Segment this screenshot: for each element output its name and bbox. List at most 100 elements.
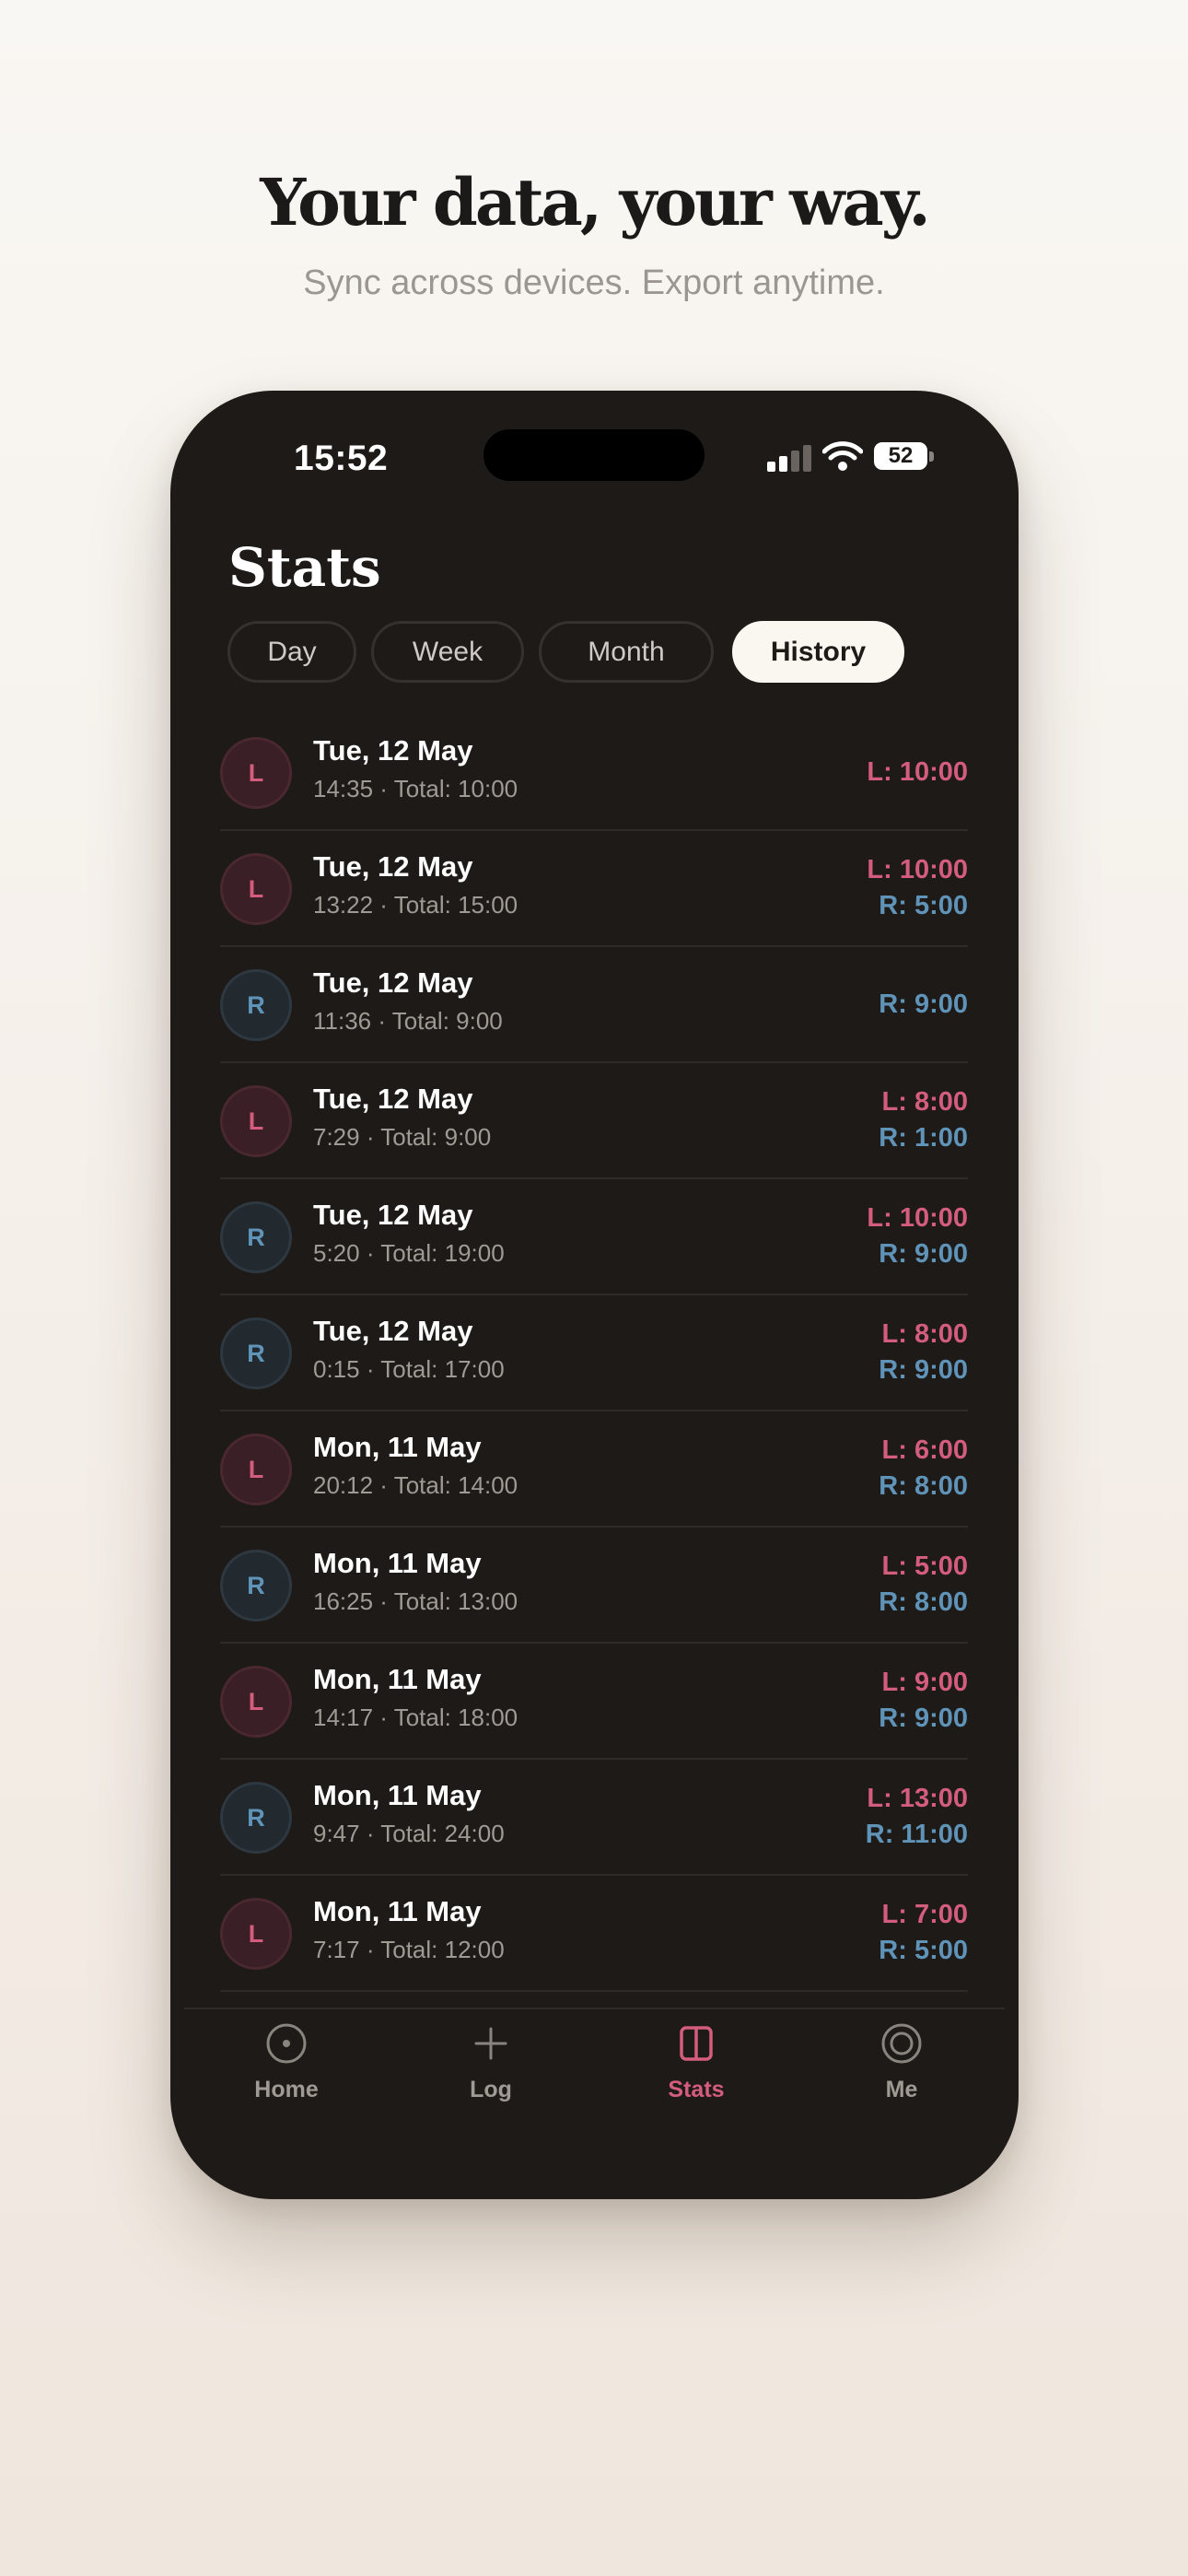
- cellular-signal-icon: [767, 444, 811, 472]
- dynamic-island: [483, 429, 705, 481]
- tab-month[interactable]: Month: [539, 621, 714, 683]
- battery-icon: 52: [874, 442, 927, 470]
- nav-log-label: Log: [470, 2077, 512, 2102]
- row-durations: L: 6:00 R: 8:00: [879, 1411, 968, 1526]
- row-date: Mon, 11 May: [313, 1431, 482, 1463]
- nav-log[interactable]: Log: [408, 2021, 574, 2103]
- row-time-total: 11:36 · Total: 9:00: [313, 1007, 503, 1035]
- history-list: L Tue, 12 May 14:35 · Total: 10:00 L: 10:00…: [220, 715, 968, 1992]
- plus-icon: [474, 2027, 507, 2060]
- row-date: Tue, 12 May: [313, 966, 473, 999]
- row-time-total: 13:22 · Total: 15:00: [313, 891, 518, 919]
- row-time-total: 9:47 · Total: 24:00: [313, 1820, 505, 1847]
- row-durations: R: 9:00: [879, 947, 968, 1061]
- row-time-total: 7:17 · Total: 12:00: [313, 1936, 505, 1963]
- right-duration: R: 5:00: [879, 1936, 968, 1965]
- row-date: Tue, 12 May: [313, 1315, 473, 1347]
- history-row[interactable]: L Tue, 12 May 7:29 · Total: 9:00 L: 8:00 R: …: [220, 1063, 968, 1179]
- right-duration: R: 1:00: [879, 1123, 968, 1153]
- phone-frame: 15:52 52 Stats Day Week Month History LT…: [170, 391, 1019, 2199]
- right-side-badge: R: [220, 1317, 292, 1389]
- nav-home-label: Home: [254, 2077, 319, 2102]
- right-duration: R: 5:00: [879, 891, 968, 920]
- row-durations: L: 13:00 R: 11:00: [866, 1760, 968, 1874]
- history-row[interactable]: L Mon, 11 May 7:17 · Total: 12:00 L: 7:00 R:…: [220, 1876, 968, 1992]
- wifi-icon: [822, 441, 863, 471]
- profile-icon: [881, 2023, 922, 2064]
- left-side-badge: L: [220, 1666, 292, 1738]
- left-duration: L: 6:00: [881, 1435, 968, 1465]
- tab-week[interactable]: Week: [371, 621, 524, 683]
- row-date: Tue, 12 May: [313, 1199, 473, 1231]
- stats-icon: [680, 2026, 713, 2061]
- right-duration: R: 8:00: [879, 1587, 968, 1617]
- row-date: Tue, 12 May: [313, 734, 473, 767]
- row-durations: L: 8:00 R: 1:00: [879, 1063, 968, 1177]
- nav-stats[interactable]: Stats: [613, 2021, 779, 2103]
- left-duration: L: 8:00: [881, 1087, 968, 1117]
- left-duration: L: 8:00: [881, 1319, 968, 1349]
- row-time-total: 5:20 · Total: 19:00: [313, 1239, 505, 1267]
- row-durations: L: 8:00 R: 9:00: [879, 1295, 968, 1410]
- promo-subline: Sync across devices. Export anytime.: [303, 263, 885, 302]
- page-title: Stats: [228, 536, 381, 599]
- right-duration: R: 9:00: [879, 1239, 968, 1269]
- right-duration: R: 8:00: [879, 1471, 968, 1501]
- right-side-badge: R: [220, 1550, 292, 1622]
- history-row[interactable]: L Tue, 12 May 13:22 · Total: 15:00 L: 10:00…: [220, 831, 968, 947]
- right-side-badge: R: [220, 1782, 292, 1854]
- history-row[interactable]: R Tue, 12 May 0:15 · Total: 17:00 L: 8:00 R:…: [220, 1295, 968, 1411]
- row-durations: L: 10:00: [867, 715, 968, 829]
- nav-me[interactable]: Me: [819, 2021, 984, 2103]
- history-row[interactable]: R Tue, 12 May 11:36 · Total: 9:00 R: 9:00: [220, 947, 968, 1063]
- row-time-total: 14:35 · Total: 10:00: [313, 775, 518, 802]
- history-row[interactable]: L Mon, 11 May 14:17 · Total: 18:00 L: 9:00 R…: [220, 1644, 968, 1760]
- tab-bar-divider: [184, 2008, 1005, 2009]
- row-date: Tue, 12 May: [313, 850, 473, 883]
- history-row[interactable]: R Mon, 11 May 9:47 · Total: 24:00 L: 13:00 R…: [220, 1760, 968, 1876]
- history-row[interactable]: L Tue, 12 May 14:35 · Total: 10:00 L: 10:00: [220, 715, 968, 831]
- history-row[interactable]: R Tue, 12 May 5:20 · Total: 19:00 L: 10:00 R…: [220, 1179, 968, 1295]
- row-durations: L: 10:00 R: 5:00: [867, 831, 968, 945]
- row-date: Mon, 11 May: [313, 1547, 482, 1579]
- history-row[interactable]: R Mon, 11 May 16:25 · Total: 13:00 L: 5:00 R…: [220, 1528, 968, 1644]
- row-durations: L: 5:00 R: 8:00: [879, 1528, 968, 1642]
- row-date: Mon, 11 May: [313, 1663, 482, 1695]
- right-duration: R: 9:00: [879, 1704, 968, 1733]
- left-duration: L: 7:00: [881, 1900, 968, 1929]
- left-duration: L: 9:00: [881, 1668, 968, 1697]
- left-duration: L: 5:00: [881, 1551, 968, 1581]
- row-time-total: 16:25 · Total: 13:00: [313, 1587, 518, 1615]
- nav-me-label: Me: [885, 2077, 918, 2102]
- right-duration: R: 9:00: [879, 989, 968, 1019]
- nav-home[interactable]: Home: [204, 2021, 369, 2103]
- row-durations: L: 7:00 R: 5:00: [879, 1876, 968, 1990]
- row-time-total: 0:15 · Total: 17:00: [313, 1355, 505, 1383]
- left-duration: L: 10:00: [867, 855, 968, 884]
- row-time-total: 14:17 · Total: 18:00: [313, 1704, 518, 1731]
- right-side-badge: R: [220, 1201, 292, 1273]
- status-time: 15:52: [294, 439, 389, 478]
- row-durations: L: 9:00 R: 9:00: [879, 1644, 968, 1758]
- row-date: Mon, 11 May: [313, 1895, 482, 1927]
- left-side-badge: L: [220, 1898, 292, 1970]
- row-time-total: 20:12 · Total: 14:00: [313, 1471, 518, 1499]
- row-date: Mon, 11 May: [313, 1779, 482, 1811]
- left-side-badge: L: [220, 1434, 292, 1505]
- right-duration: R: 11:00: [865, 1820, 968, 1849]
- left-duration: L: 13:00: [867, 1784, 968, 1813]
- history-row[interactable]: L Mon, 11 May 20:12 · Total: 14:00 L: 6:00 R…: [220, 1411, 968, 1528]
- tab-day[interactable]: Day: [227, 621, 356, 683]
- battery-tip: [929, 451, 934, 462]
- right-side-badge: R: [220, 969, 292, 1041]
- left-side-badge: L: [220, 737, 292, 809]
- left-duration: L: 10:00: [867, 756, 968, 787]
- row-durations: L: 10:00 R: 9:00: [867, 1179, 968, 1294]
- left-side-badge: L: [220, 1085, 292, 1157]
- nav-stats-label: Stats: [668, 2077, 725, 2102]
- row-date: Tue, 12 May: [313, 1083, 473, 1115]
- tab-history[interactable]: History: [732, 621, 904, 683]
- right-duration: R: 9:00: [879, 1355, 968, 1385]
- left-side-badge: L: [220, 853, 292, 925]
- promo-headline: Your data, your way.: [260, 164, 931, 240]
